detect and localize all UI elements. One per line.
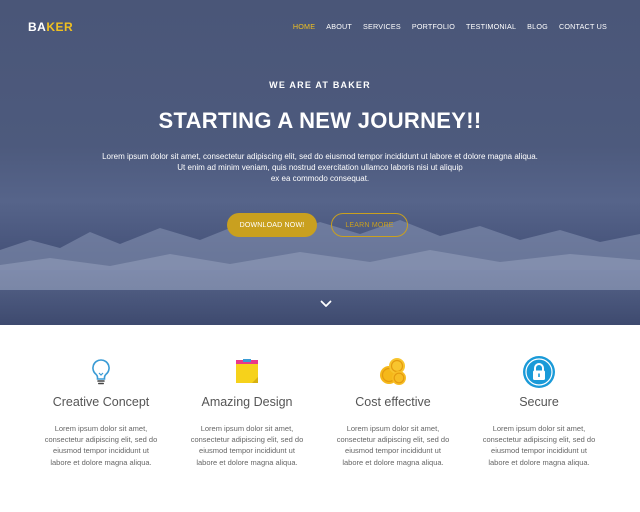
nav-blog[interactable]: BLOG (527, 22, 548, 31)
feature-description: Lorem ipsum dolor sit amet, consectetur … (31, 423, 171, 468)
feature-title: Secure (519, 395, 559, 409)
nav-testimonial[interactable]: TESTIMONIAL (466, 22, 516, 31)
hero-paragraph-line: Ut enim ad minim veniam, quis nostrud ex… (177, 163, 463, 172)
feature-title: Amazing Design (201, 395, 293, 409)
nav-portfolio[interactable]: PORTFOLIO (412, 22, 455, 31)
nav-home[interactable]: HOME (293, 22, 315, 31)
hero-section: BAKER HOME ABOUT SERVICES PORTFOLIO TEST… (0, 0, 640, 325)
lightbulb-icon (92, 359, 110, 385)
brand-logo-part1: BA (28, 20, 47, 34)
nav-services[interactable]: SERVICES (363, 22, 401, 31)
lock-icon (523, 356, 555, 388)
brand-logo-part2: KER (46, 20, 74, 34)
features-section: Creative Concept Lorem ipsum dolor sit a… (0, 325, 640, 512)
hero-eyebrow: WE ARE AT BAKER (269, 80, 371, 90)
main-nav: HOME ABOUT SERVICES PORTFOLIO TESTIMONIA… (293, 22, 607, 31)
feature-title: Cost effective (355, 395, 431, 409)
feature-line: eiusmod tempor incididunt ut (53, 446, 149, 456)
chevron-down-icon[interactable] (320, 298, 332, 310)
hero-title: STARTING A NEW JOURNEY!! (158, 108, 482, 133)
feature-line: labore et dolore magna aliqua. (488, 457, 590, 467)
sticky-note-icon (236, 359, 258, 383)
coins-icon (380, 358, 406, 385)
feature-line: labore et dolore magna aliqua. (196, 457, 298, 467)
brand-logo[interactable]: BAKER (28, 20, 73, 34)
feature-title: Creative Concept (52, 395, 150, 409)
feature-line: consectetur adipiscing elit, sed do (482, 435, 596, 445)
feature-line: Lorem ipsum dolor sit amet, (346, 424, 440, 433)
nav-contact-us[interactable]: CONTACT US (559, 22, 607, 31)
feature-line: consectetur adipiscing elit, sed do (336, 435, 450, 445)
feature-description: Lorem ipsum dolor sit amet, consectetur … (177, 423, 317, 468)
feature-line: labore et dolore magna aliqua. (50, 457, 152, 467)
feature-description: Lorem ipsum dolor sit amet, consectetur … (469, 423, 609, 468)
feature-line: Lorem ipsum dolor sit amet, (492, 424, 586, 433)
feature-line: Lorem ipsum dolor sit amet, (200, 424, 294, 433)
nav-about[interactable]: ABOUT (326, 22, 352, 31)
feature-line: consectetur adipiscing elit, sed do (44, 435, 158, 445)
feature-line: eiusmod tempor incididunt ut (199, 446, 295, 456)
hero-paragraph-line: Lorem ipsum dolor sit amet, consectetur … (102, 152, 538, 161)
feature-line: eiusmod tempor incididunt ut (345, 446, 441, 456)
feature-line: eiusmod tempor incididunt ut (491, 446, 587, 456)
feature-description: Lorem ipsum dolor sit amet, consectetur … (323, 423, 463, 468)
download-now-button[interactable]: DOWNLOAD NOW! (227, 213, 317, 237)
learn-more-button[interactable]: LEARN MORE (331, 213, 408, 237)
hero-paragraph-line: ex ea commodo consequat. (270, 174, 370, 183)
hero-paragraph: Lorem ipsum dolor sit amet, consectetur … (80, 151, 560, 184)
feature-line: Lorem ipsum dolor sit amet, (54, 424, 148, 433)
feature-line: consectetur adipiscing elit, sed do (190, 435, 304, 445)
feature-line: labore et dolore magna aliqua. (342, 457, 444, 467)
